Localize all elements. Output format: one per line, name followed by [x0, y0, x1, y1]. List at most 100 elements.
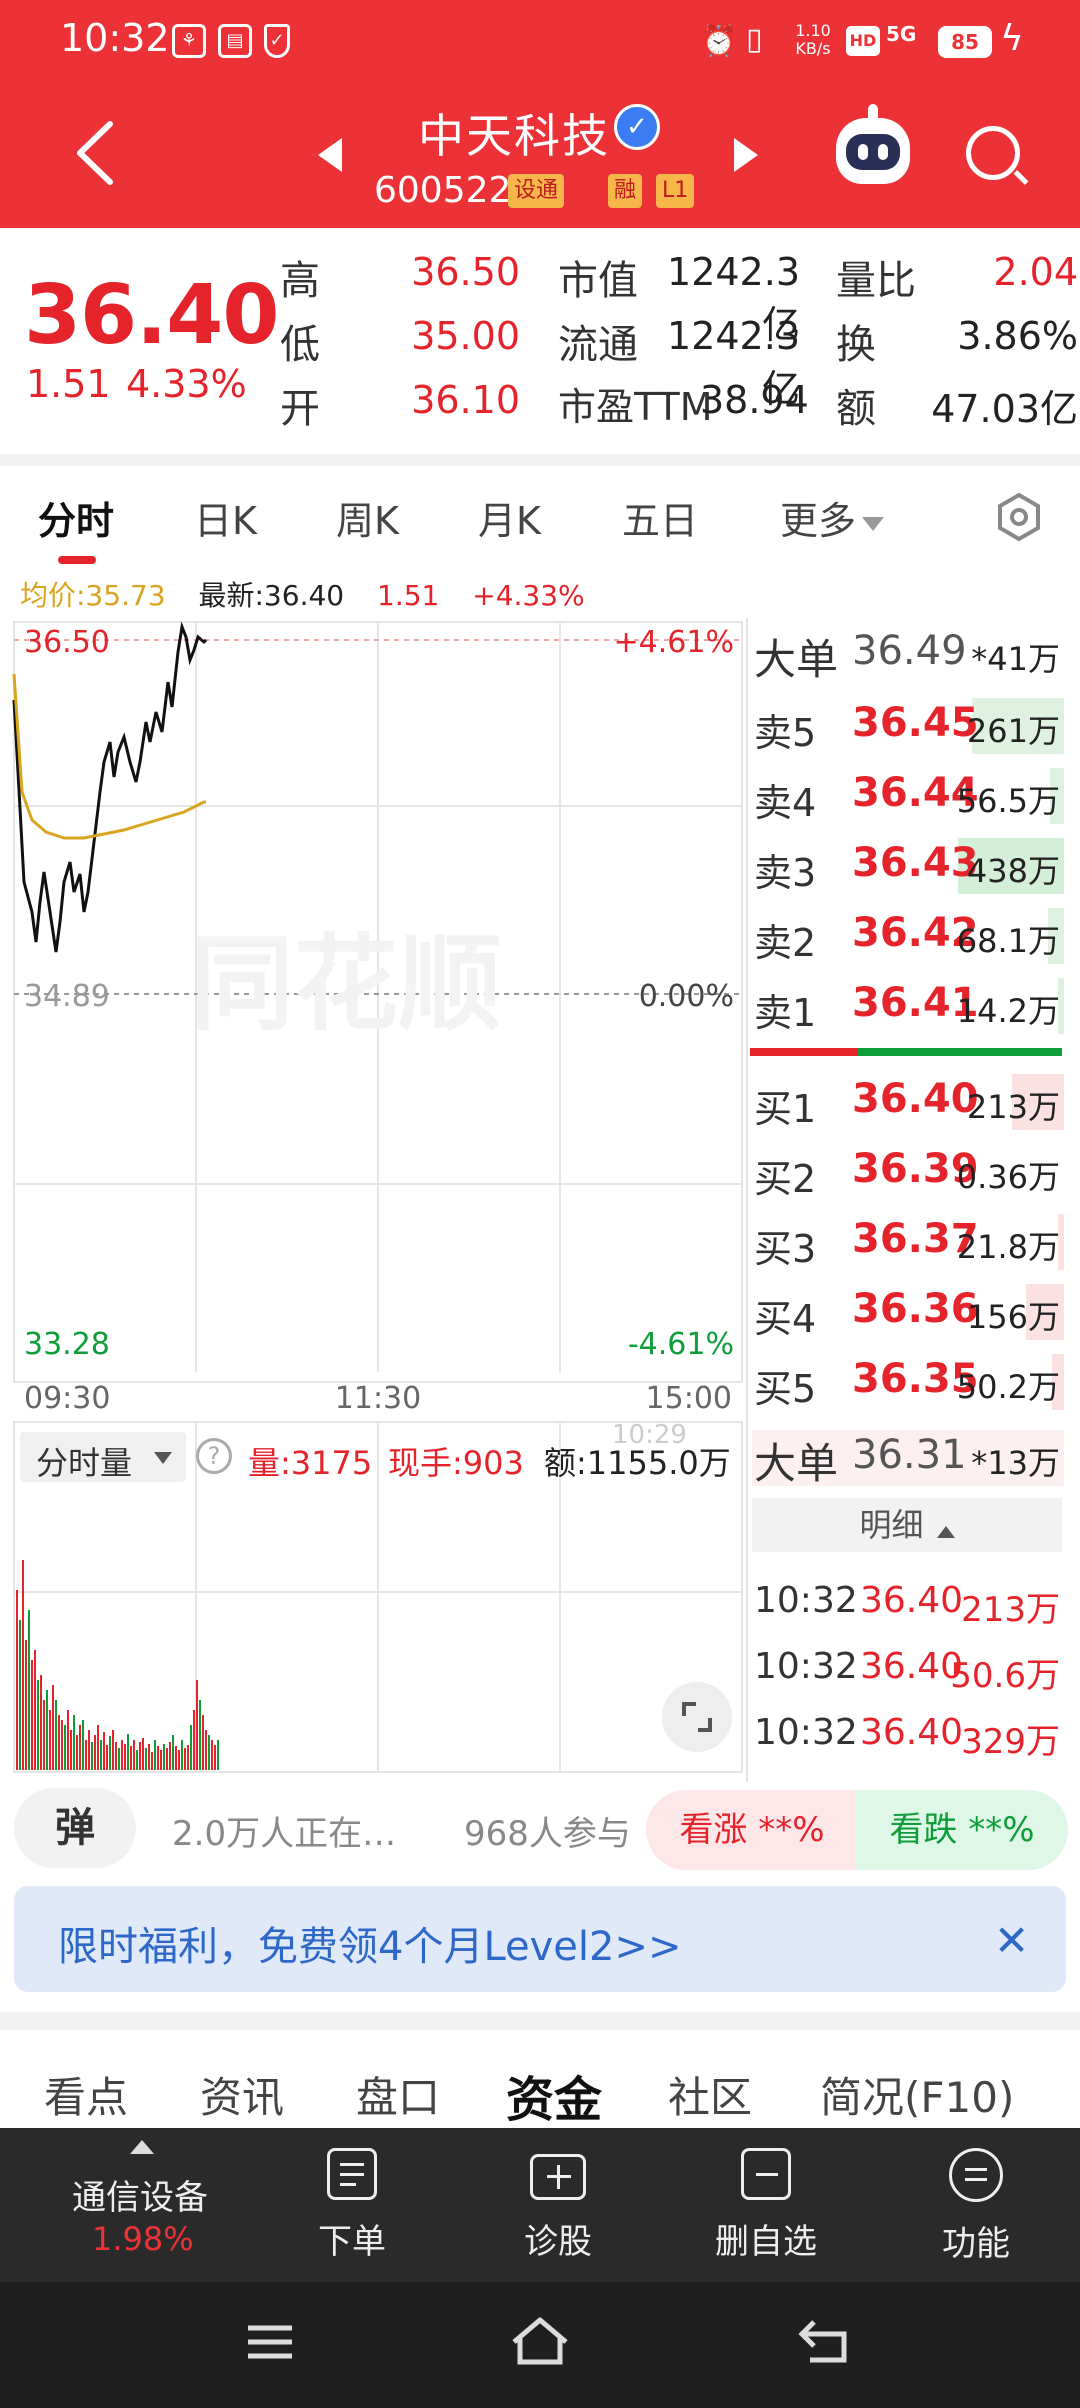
- intraday-chart[interactable]: 同花顺 36.50 34.89 33.28 +4.61% 0.00% -4.61…: [0, 612, 750, 1782]
- next-stock-button[interactable]: [734, 138, 758, 172]
- volume-bar: [25, 1640, 27, 1770]
- bid-volume: 156万: [966, 1298, 1060, 1336]
- bid-row-2[interactable]: 买2 36.39 0.36万: [752, 1140, 1064, 1204]
- tab-weekly-k[interactable]: 周K: [336, 490, 399, 545]
- ask-row-3[interactable]: 卖3 36.43 438万: [752, 834, 1064, 898]
- volume-bar: [205, 1730, 207, 1770]
- volume-bar: [106, 1745, 108, 1770]
- trade-volume: 50.6万: [950, 1656, 1060, 1696]
- volume-bar: [73, 1715, 75, 1770]
- bid-label: 买4: [754, 1297, 817, 1341]
- ask-row-5[interactable]: 卖5 36.45 261万: [752, 694, 1064, 758]
- volume-bar: [199, 1700, 201, 1770]
- big-order-top[interactable]: 大单 36.49 *41万: [752, 622, 1064, 686]
- volume-bar: [193, 1710, 195, 1770]
- pe-label: 市盈TTM: [558, 385, 713, 429]
- bid-row-5[interactable]: 买5 36.35 50.2万: [752, 1350, 1064, 1414]
- remove-watchlist-label: 删自选: [715, 2222, 817, 2262]
- place-order-button[interactable]: 下单: [282, 2148, 422, 2263]
- status-bar: 10:32 ⚘ ▤ ✓ ⏰ ▯ 1.10 KB/s HD 5G 85 ϟ: [0, 0, 1080, 84]
- volume-bar: [157, 1746, 159, 1770]
- volume-selector[interactable]: 分时量: [20, 1432, 186, 1482]
- volratio-label: 量比: [836, 258, 916, 304]
- sector-button[interactable]: 通信设备 1.98%: [20, 2128, 230, 2282]
- current-price: 36.40: [24, 268, 279, 363]
- time-label-close: 15:00: [646, 1381, 732, 1416]
- vote-bearish-button[interactable]: 看跌 **%: [856, 1790, 1068, 1870]
- remove-watchlist-button[interactable]: 删自选: [696, 2148, 836, 2263]
- tab-profile[interactable]: 简况(F10): [820, 2064, 1014, 2125]
- bid-row-3[interactable]: 买3 36.37 21.8万: [752, 1210, 1064, 1274]
- volume-bar: [133, 1740, 135, 1770]
- promo-banner[interactable]: 限时福利，免费领4个月Level2>> ✕: [14, 1886, 1066, 1992]
- volume-bar: [34, 1650, 36, 1770]
- tab-intraday[interactable]: 分时: [38, 490, 114, 545]
- big-order-bottom[interactable]: 大单 36.31 *13万: [752, 1426, 1064, 1490]
- divider: [0, 454, 1080, 466]
- menu-icon[interactable]: [246, 2322, 294, 2362]
- volume-bar: [112, 1730, 114, 1770]
- high-value: 36.50: [411, 250, 520, 294]
- back-nav-icon[interactable]: [798, 2318, 850, 2364]
- detail-toggle[interactable]: 明细: [752, 1498, 1062, 1552]
- tab-community[interactable]: 社区: [668, 2064, 752, 2125]
- notification-icon: ⚘: [172, 24, 206, 58]
- tab-highlights[interactable]: 看点: [44, 2064, 128, 2125]
- ask-row-1[interactable]: 卖1 36.41 14.2万: [752, 974, 1064, 1038]
- caret-down-icon: [862, 516, 885, 531]
- volume-selector-label: 分时量: [36, 1444, 133, 1482]
- bid-label: 买2: [754, 1157, 817, 1201]
- search-icon[interactable]: [966, 126, 1020, 180]
- volume-bar: [100, 1740, 102, 1770]
- ask-row-4[interactable]: 卖4 36.44 56.5万: [752, 764, 1064, 828]
- shield-icon: ✓: [264, 24, 290, 58]
- tab-news[interactable]: 资讯: [200, 2064, 284, 2125]
- tab-daily-k[interactable]: 日K: [194, 490, 257, 545]
- turnover-label: 换: [836, 322, 876, 368]
- bottom-toolbar: 通信设备 1.98% 下单 诊股 删自选 功能: [0, 2128, 1080, 2282]
- ai-assistant-icon[interactable]: [836, 104, 910, 184]
- volume-bar: [181, 1740, 183, 1770]
- bid-row-4[interactable]: 买4 36.36 156万: [752, 1280, 1064, 1344]
- vote-bullish-button[interactable]: 看涨 **%: [646, 1790, 858, 1870]
- volume-bar: [124, 1744, 126, 1770]
- volume-bar: [187, 1745, 189, 1770]
- float-label: 流通: [558, 322, 638, 368]
- intraday-info-row: 均价:35.73 最新:36.40 1.51 +4.33%: [20, 574, 585, 614]
- ask-row-2[interactable]: 卖2 36.42 68.1万: [752, 904, 1064, 968]
- volratio-value: 2.04: [993, 250, 1078, 294]
- high-label: 高: [280, 258, 320, 304]
- tab-orderbook[interactable]: 盘口: [356, 2064, 440, 2125]
- trade-row: 10:32 36.40 213万: [752, 1572, 1064, 1636]
- fullscreen-button[interactable]: [662, 1682, 732, 1752]
- home-icon[interactable]: [510, 2316, 570, 2366]
- ask-label: 卖3: [754, 851, 817, 895]
- bid-volume: 21.8万: [956, 1228, 1060, 1266]
- volume-bar: [37, 1680, 39, 1770]
- app-header: 10:32 ⚘ ▤ ✓ ⏰ ▯ 1.10 KB/s HD 5G 85 ϟ 中天科…: [0, 0, 1080, 228]
- chart-settings-icon[interactable]: [994, 492, 1044, 542]
- volume-value: 量:3175: [248, 1444, 373, 1482]
- help-icon[interactable]: ?: [196, 1438, 232, 1474]
- tab-five-day[interactable]: 五日: [622, 490, 698, 545]
- prev-stock-button[interactable]: [318, 138, 342, 172]
- back-button[interactable]: [70, 118, 120, 188]
- diagnose-button[interactable]: 诊股: [488, 2148, 628, 2263]
- functions-button[interactable]: 功能: [906, 2148, 1046, 2265]
- trade-time: 10:32: [754, 1580, 858, 1621]
- trade-price: 36.40: [860, 1580, 964, 1621]
- info-tabs: 看点 资讯 盘口 资金 社区 简况(F10): [0, 2030, 1080, 2130]
- danmu-toggle-button[interactable]: 弹: [14, 1788, 136, 1868]
- divider: [0, 2012, 1080, 2030]
- tab-more[interactable]: 更多: [780, 490, 885, 545]
- tab-monthly-k[interactable]: 月K: [478, 490, 541, 545]
- tab-capital[interactable]: 资金: [506, 2060, 602, 2130]
- y-low-label: 33.28: [24, 1327, 110, 1362]
- bid-row-1[interactable]: 买1 36.40 213万: [752, 1070, 1064, 1134]
- place-order-label: 下单: [318, 2222, 386, 2262]
- hd-icon: HD: [846, 26, 880, 56]
- period-tabs: 分时 日K 周K 月K 五日 更多: [0, 470, 1080, 566]
- volume-bar: [16, 1590, 18, 1770]
- close-icon[interactable]: ✕: [994, 1916, 1029, 1965]
- bid-volume: 0.36万: [956, 1158, 1060, 1196]
